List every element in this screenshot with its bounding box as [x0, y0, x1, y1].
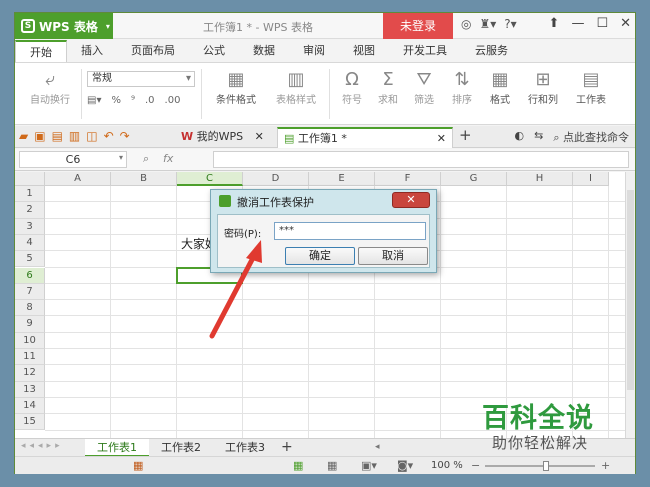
arrow-shaft [209, 251, 258, 339]
watermark-subtitle: 助你轻松解决 [492, 434, 589, 452]
watermark-title: 百科全说 [482, 403, 594, 434]
arrow-head [246, 240, 262, 263]
